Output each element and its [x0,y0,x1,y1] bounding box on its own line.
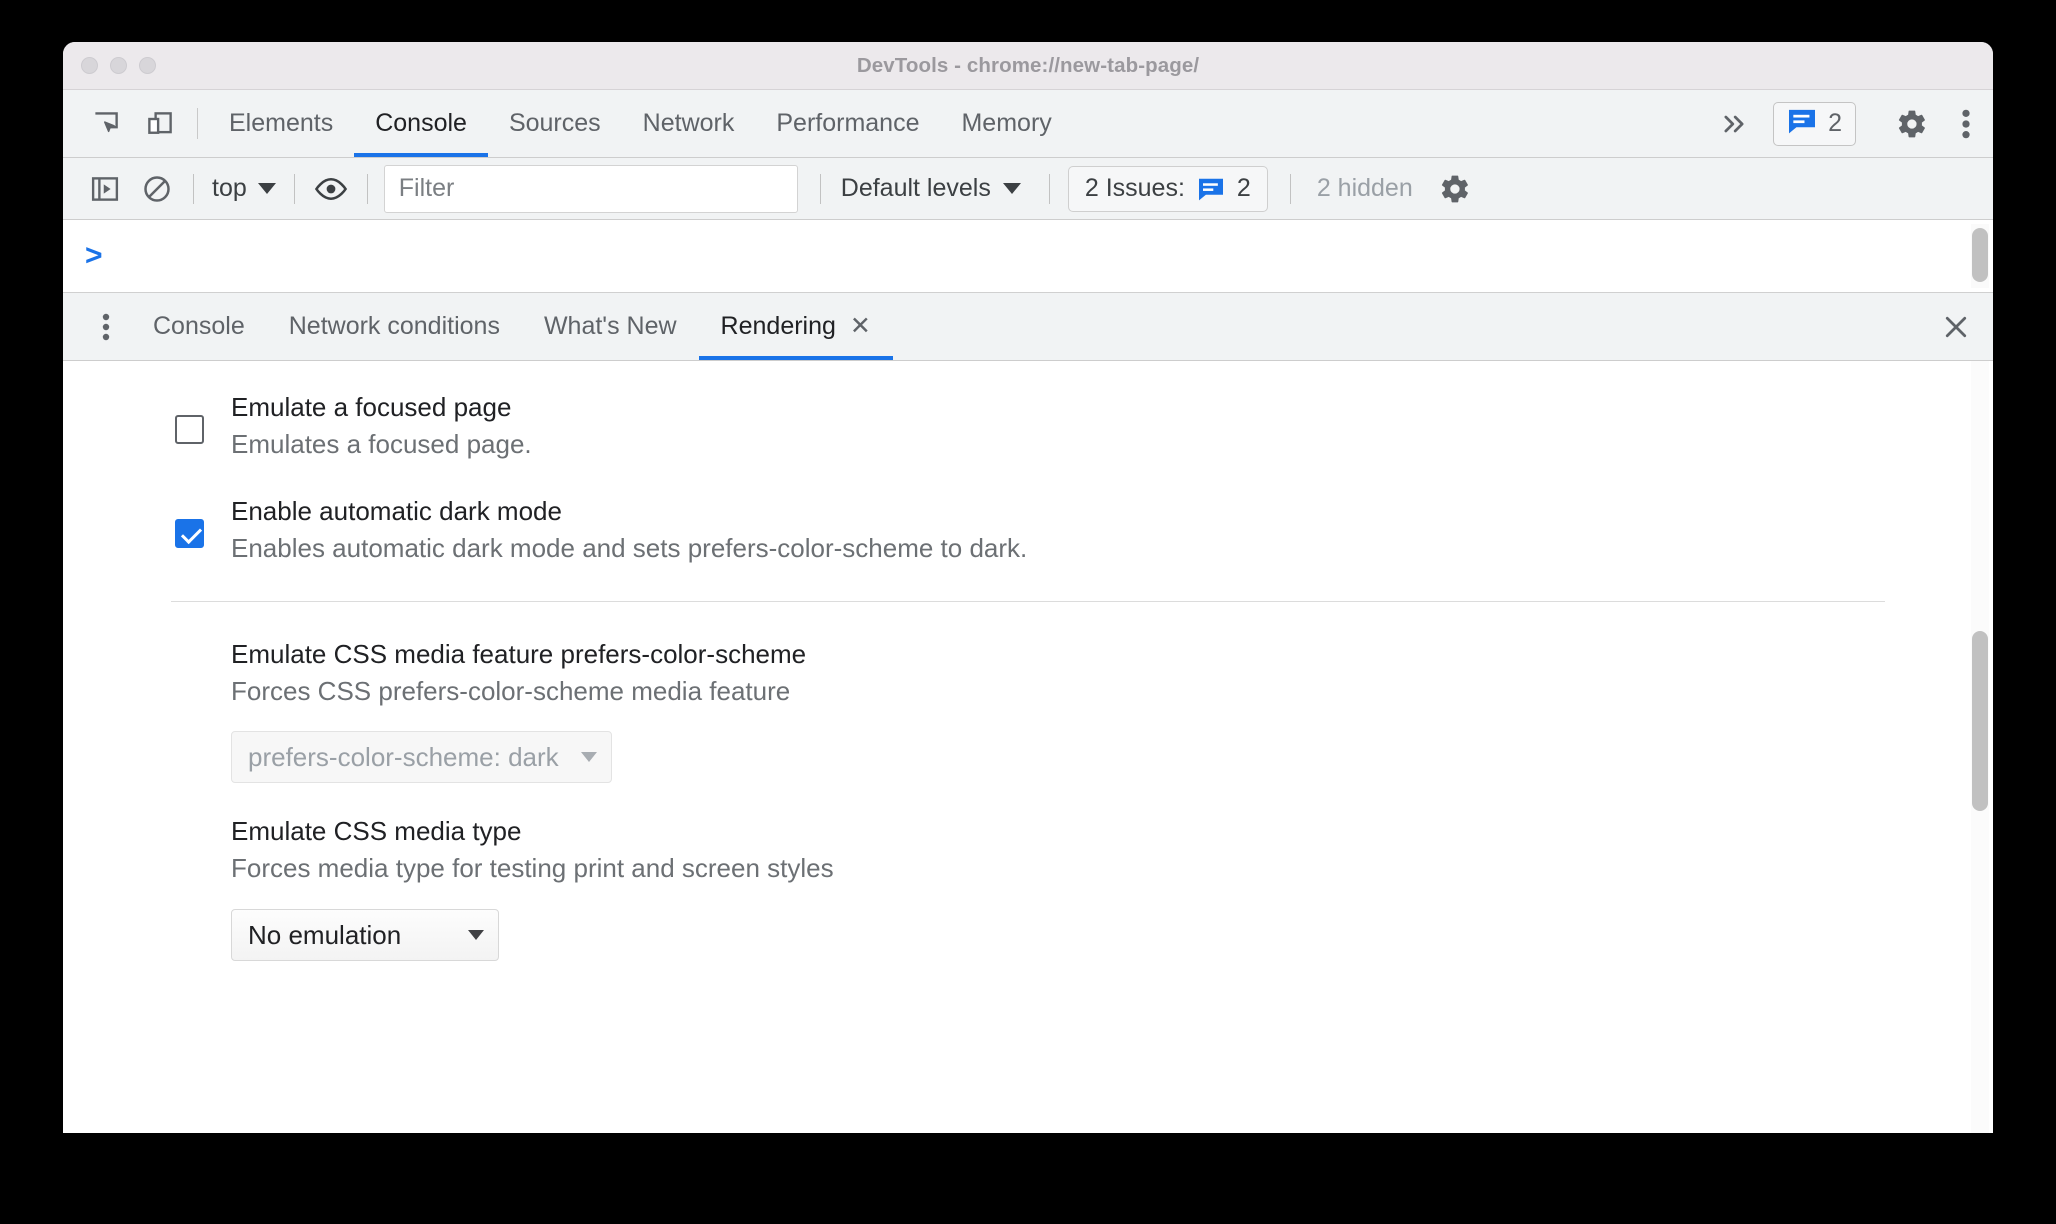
group-css-media-type: Emulate CSS media type Forces media type… [63,813,1993,962]
issues-counter-button[interactable]: 2 [1773,101,1856,146]
console-scrollbar-thumb[interactable] [1972,228,1988,282]
drawer-tab-bar: Console Network conditions What's New Re… [63,293,1993,361]
tab-elements[interactable]: Elements [208,90,354,157]
tab-performance[interactable]: Performance [755,90,940,157]
execution-context-value: top [212,174,247,202]
drawer-tab-label: Console [153,312,245,340]
issues-summary-button[interactable]: 2 Issues: 2 [1067,165,1268,212]
live-expression-eye-icon[interactable] [305,163,357,215]
execution-context-selector[interactable]: top [204,174,284,203]
toolbar-divider [193,173,194,204]
setting-text-block: Emulate a focused page Emulates a focuse… [171,389,532,463]
select-value: No emulation [248,919,402,950]
close-drawer-button[interactable] [1919,293,1993,360]
chevron-down-icon [1002,183,1021,194]
tab-network[interactable]: Network [622,90,756,157]
tab-label: Network [642,109,735,137]
group-prefers-color-scheme: Emulate CSS media feature prefers-color-… [63,636,1993,784]
setting-text-block: Enable automatic dark mode Enables autom… [171,493,1027,567]
rendering-scrollbar-thumb[interactable] [1972,631,1988,811]
chevron-double-right-icon[interactable] [1703,110,1765,138]
emulate-focused-page-checkbox[interactable] [175,415,204,444]
toolbar-divider [1048,173,1050,204]
setting-automatic-dark-mode: Enable automatic dark mode Enables autom… [63,493,1993,567]
setting-title: Enable automatic dark mode [231,495,562,526]
zoom-window-button[interactable] [139,57,156,74]
rendering-panel: Emulate a focused page Emulates a focuse… [63,361,1993,1133]
setting-emulate-focused-page: Emulate a focused page Emulates a focuse… [63,389,1993,463]
console-filter-input[interactable] [383,164,798,213]
section-divider [171,600,1885,602]
tab-memory[interactable]: Memory [940,90,1072,157]
chevron-down-icon [468,930,484,941]
clear-console-icon[interactable] [131,163,183,215]
window-title: DevTools - chrome://new-tab-page/ [856,53,1200,77]
group-description: Forces CSS prefers-color-scheme media fe… [231,675,791,706]
three-dots-vertical-icon[interactable] [1939,108,1993,140]
minimize-window-button[interactable] [110,57,127,74]
tab-label: Memory [961,109,1052,137]
console-prompt-icon: > [85,239,103,272]
chevron-down-icon [257,183,276,194]
issues-summary-label: 2 Issues: [1084,174,1185,202]
prefers-color-scheme-select[interactable]: prefers-color-scheme: dark [231,731,612,784]
log-levels-value: Default levels [840,174,991,202]
toolbar-divider [293,173,295,204]
gear-icon[interactable] [1429,163,1481,215]
tab-label: Console [375,109,467,137]
toolbar-divider [197,108,198,139]
group-title: Emulate CSS media type [231,816,522,847]
toolbar-divider [366,173,368,204]
console-scrollbar-track[interactable] [1971,224,1989,288]
css-media-type-select[interactable]: No emulation [231,909,499,962]
tab-label: Sources [508,109,601,137]
automatic-dark-mode-checkbox[interactable] [175,518,204,548]
drawer-tab-label: Network conditions [288,312,500,340]
issues-count: 2 [1828,109,1842,137]
console-output-area[interactable]: > [63,220,1993,293]
group-description: Forces media type for testing print and … [231,853,834,884]
device-toolbar-icon[interactable] [133,90,187,157]
issues-summary-count: 2 [1236,174,1251,202]
drawer-tab-label: Rendering [720,312,836,340]
inspect-element-icon[interactable] [79,90,133,157]
chevron-down-icon [580,752,597,763]
traffic-light-group [81,57,156,74]
toolbar-divider [1289,173,1291,204]
tab-label: Performance [776,109,920,137]
close-window-button[interactable] [81,57,98,74]
group-title: Emulate CSS media feature prefers-color-… [231,638,807,669]
three-dots-vertical-icon[interactable] [81,293,131,360]
main-toolbar-right: 2 [1703,90,1993,157]
log-levels-selector[interactable]: Default levels [831,174,1031,203]
gear-icon[interactable] [1885,108,1939,140]
tab-sources[interactable]: Sources [488,90,622,157]
console-sidebar-icon[interactable] [79,163,131,215]
title-bar: DevTools - chrome://new-tab-page/ [63,42,1993,90]
tab-label: Elements [229,109,334,137]
setting-title: Emulate a focused page [231,392,512,422]
main-tab-bar: Elements Console Sources Network Perform… [63,90,1993,158]
hidden-messages-label: 2 hidden [1316,174,1413,202]
rendering-scrollbar-track[interactable] [1971,361,1989,1133]
select-value: prefers-color-scheme: dark [248,741,559,772]
drawer-tab-label: What's New [543,312,677,340]
drawer-tab-rendering[interactable]: Rendering ✕ [698,293,894,360]
console-filter-toolbar: top Default levels 2 Issues: [63,158,1993,220]
close-icon[interactable]: ✕ [850,314,871,339]
drawer-tab-whats-new[interactable]: What's New [522,293,699,360]
drawer-tab-network-conditions[interactable]: Network conditions [267,293,522,360]
toolbar-divider [819,173,821,204]
issue-message-icon [1197,177,1225,201]
drawer-tab-console[interactable]: Console [131,293,267,360]
devtools-window: DevTools - chrome://new-tab-page/ Elemen… [63,42,1993,1133]
setting-description: Enables automatic dark mode and sets pre… [231,532,1028,563]
issue-message-icon [1787,108,1817,139]
setting-description: Emulates a focused page. [231,428,532,459]
tab-console[interactable]: Console [354,90,488,157]
